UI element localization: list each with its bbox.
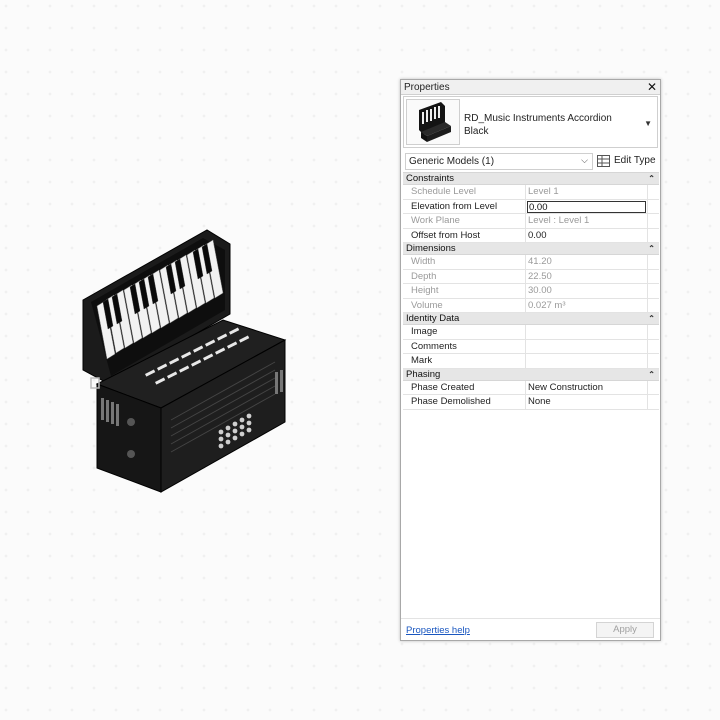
property-value-field: Level 1: [528, 186, 559, 197]
filter-row: Generic Models (1) ⌵ Edit Type: [403, 153, 658, 170]
property-value-field[interactable]: 0.00: [526, 229, 647, 243]
instance-filter-value: Generic Models (1): [409, 156, 495, 167]
group-header-phasing[interactable]: Phasing ⌃: [403, 368, 659, 381]
group-label: Phasing: [406, 368, 441, 380]
property-value-field[interactable]: New Construction: [526, 381, 647, 395]
row-gutter: [647, 284, 659, 298]
property-name: Phase Created: [403, 380, 526, 394]
property-row: Volume 0.027 m³: [403, 298, 659, 313]
row-gutter: [647, 325, 659, 339]
property-row: Work Plane Level : Level 1: [403, 214, 659, 229]
property-row: Height 30.00: [403, 284, 659, 299]
property-name: Height: [403, 284, 526, 298]
group-label: Constraints: [406, 173, 455, 184]
collapse-chevron-icon[interactable]: ⌃: [648, 369, 655, 381]
collapse-chevron-icon[interactable]: ⌃: [648, 313, 655, 325]
type-selector[interactable]: RD_Music Instruments Accordion Black ▼: [403, 96, 658, 148]
property-value-field[interactable]: None: [526, 395, 647, 409]
property-name: Work Plane: [403, 214, 526, 228]
property-value-field: 22.50: [528, 270, 552, 282]
properties-panel: Properties ✕ RD_Music Instruments Accord…: [400, 79, 661, 641]
collapse-chevron-icon[interactable]: ⌃: [648, 173, 655, 185]
edit-type-icon: [597, 155, 610, 167]
property-row: Depth 22.50: [403, 269, 659, 284]
group-label: Identity Data: [406, 313, 460, 324]
property-row: Schedule Level Level 1: [403, 185, 659, 200]
row-gutter: [647, 199, 659, 213]
property-value-field[interactable]: [526, 340, 647, 354]
property-row: Offset from Host 0.00: [403, 228, 659, 243]
row-gutter: [647, 339, 659, 353]
property-value-field[interactable]: [526, 325, 647, 339]
property-row: Width 41.20: [403, 255, 659, 270]
chevron-down-icon: ⌵: [581, 155, 588, 165]
property-name: Volume: [403, 298, 526, 312]
close-icon[interactable]: ✕: [647, 80, 657, 94]
properties-titlebar[interactable]: Properties ✕: [401, 80, 660, 95]
property-value-field: 30.00: [528, 285, 552, 296]
instance-filter-select[interactable]: Generic Models (1) ⌵: [405, 153, 593, 170]
properties-help-link[interactable]: Properties help: [406, 625, 470, 636]
property-name: Elevation from Level: [403, 199, 526, 213]
property-row: Mark: [403, 354, 659, 369]
row-gutter: [647, 395, 659, 409]
type-name: RD_Music Instruments Accordion Black: [464, 112, 644, 138]
accordion-model-icon: [82, 229, 287, 493]
group-label: Dimensions: [406, 243, 456, 254]
group-header-dimensions[interactable]: Dimensions ⌃: [403, 243, 659, 255]
property-row: Image: [403, 325, 659, 340]
type-thumbnail: [406, 99, 460, 145]
property-value-field: 0.027 m³: [528, 299, 566, 311]
properties-footer: Properties help Apply: [401, 618, 660, 640]
caret-down-icon[interactable]: ▼: [644, 119, 652, 128]
property-row: Comments: [403, 339, 659, 354]
property-row: Phase Created New Construction: [403, 380, 659, 395]
row-gutter: [647, 298, 659, 312]
property-name: Image: [403, 325, 526, 339]
property-row: Elevation from Level 0.00: [403, 199, 659, 214]
group-header-constraints[interactable]: Constraints ⌃: [403, 173, 659, 185]
accordion-thumbnail-icon: [419, 102, 451, 142]
accordion-model-view[interactable]: [75, 222, 305, 497]
edit-type-label: Edit Type: [614, 155, 656, 166]
property-name: Offset from Host: [403, 228, 526, 242]
type-name-line1: RD_Music Instruments Accordion: [464, 113, 612, 124]
row-gutter: [647, 255, 659, 269]
properties-title: Properties: [404, 82, 450, 93]
property-name: Comments: [403, 339, 526, 353]
edit-type-button[interactable]: Edit Type: [597, 153, 659, 170]
apply-button[interactable]: Apply: [596, 622, 654, 638]
property-value-field[interactable]: [526, 354, 647, 368]
group-header-identity-data[interactable]: Identity Data ⌃: [403, 313, 659, 325]
row-gutter: [647, 185, 659, 199]
type-name-line2: Black: [464, 126, 489, 137]
row-gutter: [647, 354, 659, 368]
property-value-field: 41.20: [528, 256, 552, 267]
property-name: Schedule Level: [403, 185, 526, 199]
row-gutter: [647, 380, 659, 394]
row-gutter: [647, 228, 659, 242]
collapse-chevron-icon[interactable]: ⌃: [648, 243, 655, 255]
property-grid: Constraints ⌃ Schedule Level Level 1 Elevati…: [403, 172, 659, 410]
property-name: Width: [403, 255, 526, 269]
property-value-field[interactable]: 0.00: [527, 200, 646, 213]
property-name: Phase Demolished: [403, 395, 526, 409]
row-gutter: [647, 214, 659, 228]
property-row: Phase Demolished None: [403, 395, 659, 410]
property-name: Depth: [403, 269, 526, 283]
property-value-field: Level : Level 1: [528, 215, 590, 226]
row-gutter: [647, 269, 659, 283]
property-name: Mark: [403, 354, 526, 368]
